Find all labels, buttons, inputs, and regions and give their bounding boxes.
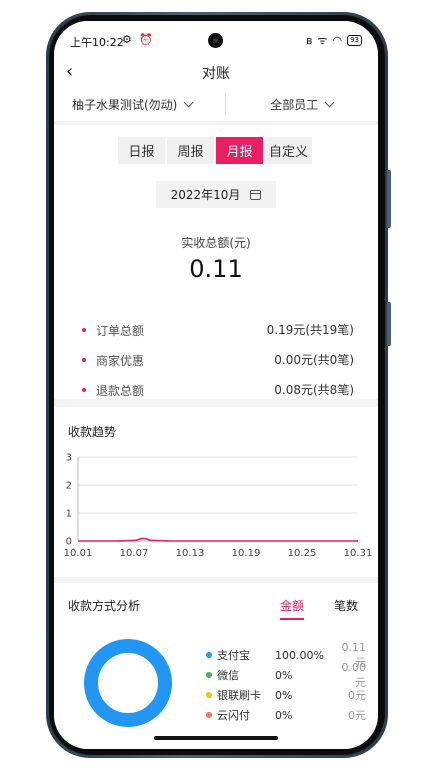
tab-weekly[interactable]: 周报 [167,137,214,164]
tab-count[interactable]: 笔数 [334,597,358,620]
trend-title: 收款趋势 [68,425,117,439]
y-tick-label: 1 [66,509,72,520]
legend-dot [206,692,212,698]
front-camera [208,33,223,48]
x-tick-label: 10.25 [288,548,317,559]
trend-series-line [78,537,358,542]
tab-daily[interactable]: 日报 [118,137,165,164]
trend-line-chart: 0 1 2 3 10.01 10.07 10.13 10.19 10.25 10.31 [64,453,373,560]
bullet-dot [82,328,86,332]
bullet-dot [82,388,86,392]
x-tick-label: 10.07 [120,548,149,559]
legend-name: 微信 [217,669,239,682]
legend-dot [206,712,212,718]
legend-amount: 0.00元 [341,660,367,689]
summary-row-label: 订单总额 [96,323,145,338]
month-picker-label: 2022年10月 [170,188,241,202]
legend-row-wechat: 微信 0% 0.00元 [206,661,366,689]
summary-row-value: 0.00元(共0笔) [274,353,354,367]
power-button [387,302,391,346]
period-tabs: 日报 周报 月报 自定义 [118,137,312,164]
payment-legend: 支付宝 100.00% 0.11元 微信 0% 0.00元 银联刷卡 0% 0元… [206,641,366,725]
home-indicator[interactable] [154,736,278,740]
calendar-icon [250,189,262,200]
summary-row-value: 0.08元(共8笔) [274,383,354,397]
total-received-value: 0.11 [189,255,243,283]
x-tick-label: 10.01 [64,548,93,559]
summary-row-label-wrap: 订单总额 [82,321,144,339]
bullet-dot [82,358,86,362]
summary-row-label-wrap: 商家优惠 [82,351,144,369]
chevron-down-icon [183,97,194,107]
y-tick-label: 3 [66,453,72,464]
summary-row-value: 0.19元(共19笔) [266,323,354,337]
tab-amount[interactable]: 金额 [279,597,304,620]
payment-analysis-title: 收款方式分析 [68,599,141,613]
bluetooth-icon: ʙ [306,34,313,47]
staff-dropdown[interactable]: 全部员工 [226,87,379,121]
legend-percent: 0% [275,688,293,702]
store-dropdown-label: 柚子水果测试(勿动) [72,97,178,112]
x-tick-label: 10.31 [344,548,373,559]
legend-percent: 0% [275,708,293,722]
legend-row-quickpass: 云闪付 0% 0元 [206,705,366,725]
summary-row-label: 商家优惠 [96,353,145,368]
legend-dot [206,672,212,678]
x-tick-label: 10.13 [176,548,205,559]
notification-icons: ⚙ ⏰ [122,33,156,46]
battery-icon: 93 [347,35,362,46]
tab-monthly[interactable]: 月报 [216,137,263,164]
trend-card: 收款趋势 0 1 2 3 10.01 10.07 10.13 10.19 10.25 10.31 [54,407,378,577]
tab-custom[interactable]: 自定义 [265,137,312,164]
store-dropdown[interactable]: 柚子水果测试(勿动) [54,87,225,121]
summary-row-refund: 退款总额 0.08元(共8笔) [82,381,354,399]
legend-amount: 0元 [348,709,366,722]
summary-row-discount: 商家优惠 0.00元(共0笔) [82,351,354,369]
summary-row-label: 退款总额 [96,383,145,398]
top-bar: ‹ 对账 [54,57,378,87]
signal-icon: ᯤ [317,34,328,47]
status-time: 上午10:22 [70,36,124,49]
summary-card: 日报 周报 月报 自定义 2022年10月 实收总额(元) 0.11 订单总额 … [54,125,378,399]
legend-dot [206,652,212,658]
legend-row-unionpay-card: 银联刷卡 0% 0元 [206,685,366,705]
legend-percent: 0% [275,668,293,682]
y-tick-label: 2 [66,481,72,492]
y-tick-label: 0 [66,537,72,548]
app-screen: 上午10:22 ⚙ ⏰ ʙ ᯤ ◠ 93 ‹ 对账 柚子水果测试(勿动) 全部员… [54,21,378,749]
summary-row-order-total: 订单总额 0.19元(共19笔) [82,321,354,339]
legend-percent: 100.00% [275,648,324,662]
wifi-icon: ◠ [332,34,343,47]
total-received-label: 实收总额(元) [181,236,251,250]
status-right-icons: ʙ ᯤ ◠ 93 [306,33,362,48]
payment-metric-tabs: 金额 笔数 [279,597,358,620]
status-bar: 上午10:22 ⚙ ⏰ ʙ ᯤ ◠ 93 [54,21,378,57]
legend-name: 云闪付 [217,709,250,722]
volume-button [387,170,391,228]
page-title: 对账 [202,66,230,82]
filter-bar: 柚子水果测试(勿动) 全部员工 [54,87,378,121]
legend-name: 支付宝 [217,649,250,662]
payment-method-card: 收款方式分析 金额 笔数 支付宝 100.00% 0.11元 微信 0% 0.0… [54,583,378,749]
payment-donut-chart [84,639,172,727]
legend-amount: 0元 [348,689,366,702]
summary-row-label-wrap: 退款总额 [82,381,144,399]
month-picker[interactable]: 2022年10月 [156,181,276,208]
x-tick-label: 10.19 [232,548,261,559]
legend-name: 银联刷卡 [217,689,261,702]
chevron-down-icon [324,97,335,107]
staff-dropdown-label: 全部员工 [270,97,319,112]
